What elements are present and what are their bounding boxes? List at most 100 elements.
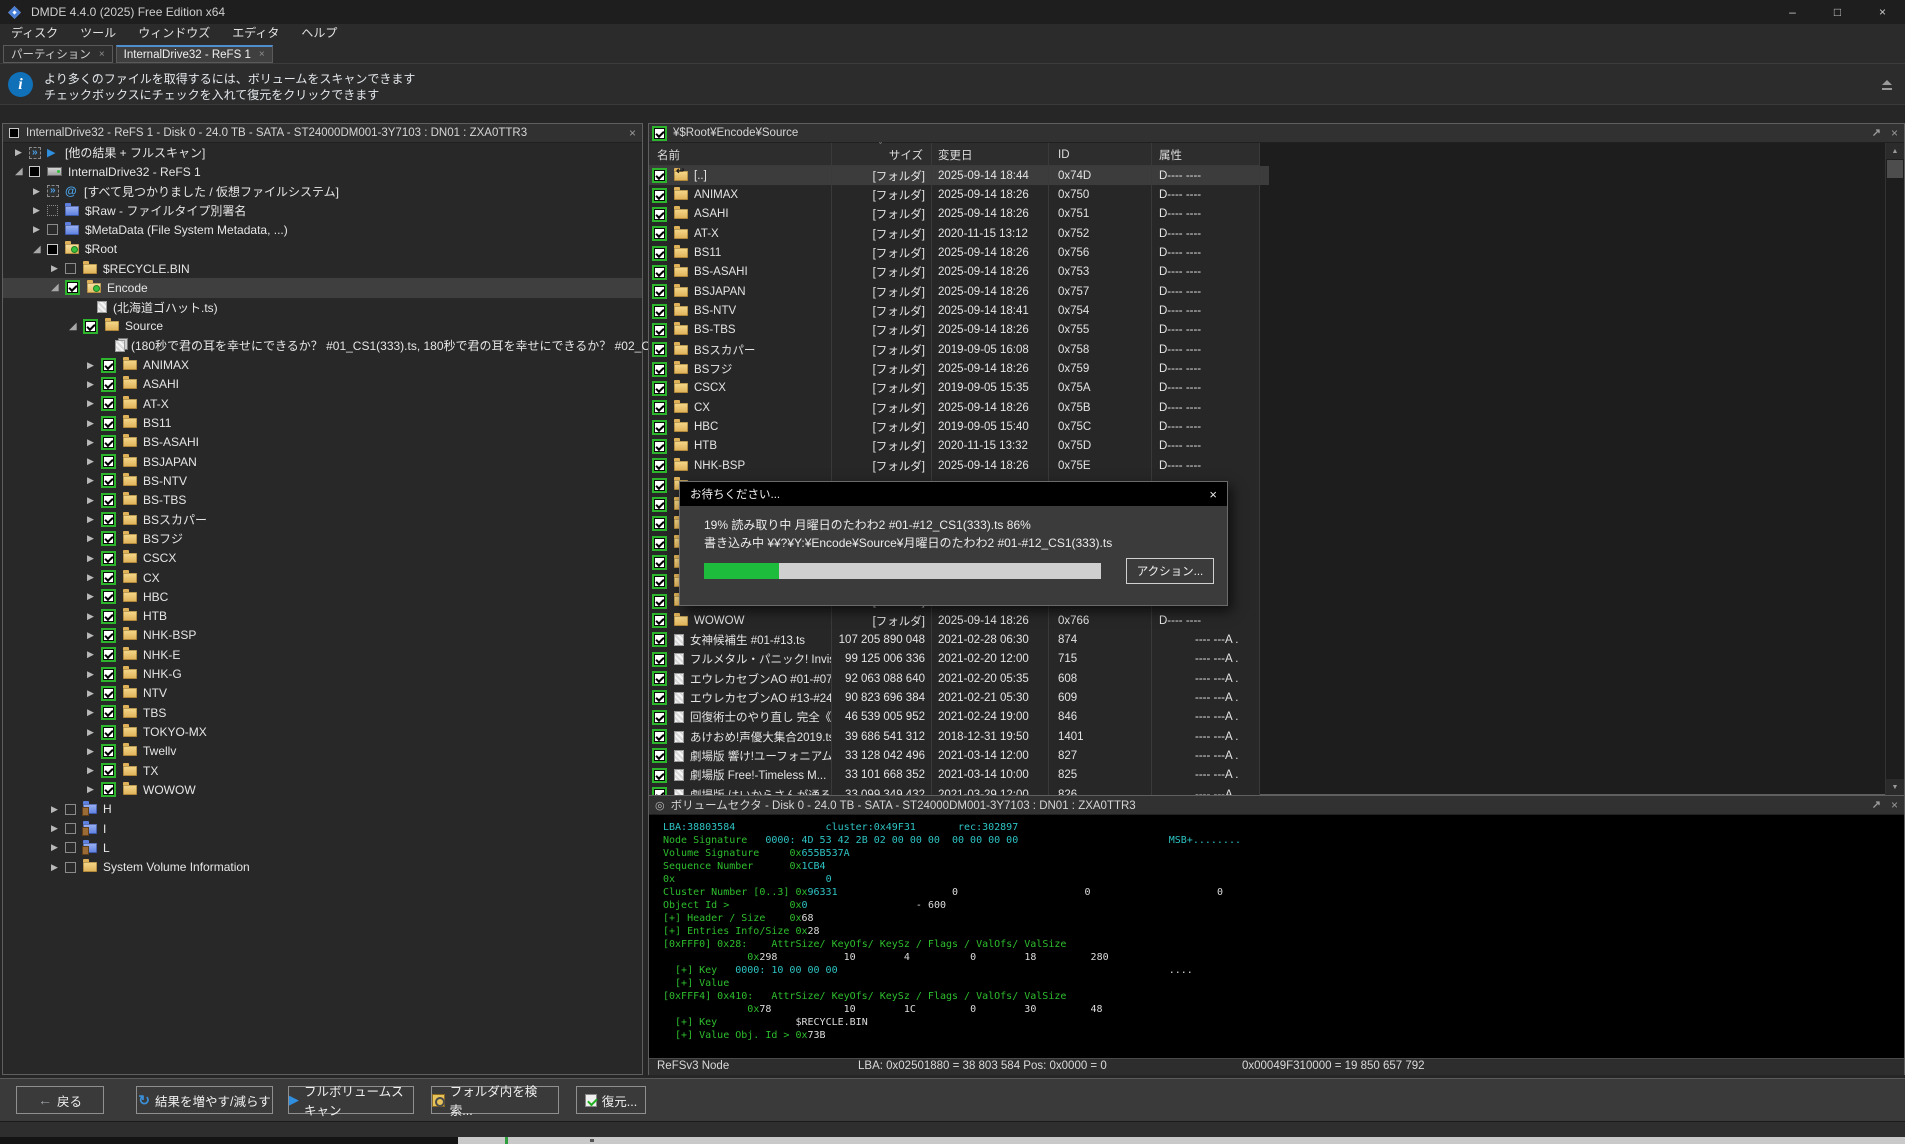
- collapse-arrow-icon[interactable]: ◢: [51, 282, 65, 293]
- tree-item[interactable]: ▶ASAHI: [3, 375, 642, 394]
- tree-item[interactable]: ▶TOKYO-MX: [3, 722, 642, 741]
- tree-item[interactable]: ▶[他の結果 + フルスキャン]: [3, 143, 642, 162]
- file-checkbox[interactable]: [654, 441, 665, 452]
- tree-item[interactable]: ▶BS-NTV: [3, 471, 642, 490]
- collapse-arrow-icon[interactable]: ◢: [69, 321, 83, 332]
- maximize-button[interactable]: □: [1815, 0, 1860, 24]
- expand-arrow-icon[interactable]: ▶: [87, 630, 101, 641]
- tree-item[interactable]: ▶L: [3, 838, 642, 857]
- file-checkbox[interactable]: [654, 538, 665, 549]
- collapse-arrow-icon[interactable]: ◢: [33, 244, 47, 255]
- file-row[interactable]: BS-NTV[フォルダ]2025-09-14 18:410x754D---- -…: [649, 301, 1269, 320]
- file-checkbox[interactable]: [654, 209, 665, 220]
- expand-arrow-icon[interactable]: ▶: [87, 765, 101, 776]
- tree-item[interactable]: ▶System Volume Information: [3, 858, 642, 877]
- dialog-title-bar[interactable]: お待ちください... ×: [680, 482, 1227, 506]
- menu-item-ディスク[interactable]: ディスク: [0, 24, 69, 43]
- expand-arrow-icon[interactable]: ▶: [87, 533, 101, 544]
- menu-item-ツール[interactable]: ツール: [69, 24, 127, 43]
- tab-close-icon[interactable]: ×: [259, 49, 265, 60]
- menu-item-ウィンドウズ[interactable]: ウィンドウズ: [127, 24, 221, 43]
- panel-close-icon[interactable]: ×: [1891, 126, 1898, 140]
- file-checkbox[interactable]: [654, 634, 665, 645]
- panel-expand-icon[interactable]: ↗: [1872, 126, 1881, 140]
- tree-item[interactable]: ▶$Raw - ファイルタイプ別署名: [3, 201, 642, 220]
- file-checkbox[interactable]: [654, 383, 665, 394]
- file-checkbox[interactable]: [654, 712, 665, 723]
- file-checkbox[interactable]: [654, 228, 665, 239]
- expand-arrow-icon[interactable]: ▶: [87, 707, 101, 718]
- tree-checkbox[interactable]: [103, 572, 114, 583]
- expand-arrow-icon[interactable]: ▶: [87, 475, 101, 486]
- file-checkbox[interactable]: [654, 364, 665, 375]
- file-row[interactable]: BSフジ[フォルダ]2025-09-14 18:260x759D---- ---…: [649, 359, 1269, 378]
- tree-checkbox[interactable]: [103, 514, 114, 525]
- column-header-変更日[interactable]: 変更日: [931, 143, 1048, 166]
- file-row[interactable]: ASAHI[フォルダ]2025-09-14 18:260x751D---- --…: [649, 205, 1269, 224]
- file-checkbox[interactable]: [654, 306, 665, 317]
- file-checkbox[interactable]: [654, 190, 665, 201]
- column-header-属性[interactable]: 属性: [1151, 143, 1259, 166]
- column-divider[interactable]: [1259, 143, 1260, 795]
- file-checkbox[interactable]: [654, 596, 665, 607]
- file-row[interactable]: WOWOW[フォルダ]2025-09-14 18:260x766D---- --…: [649, 611, 1269, 630]
- file-row[interactable]: BS-ASAHI[フォルダ]2025-09-14 18:260x753D----…: [649, 263, 1269, 282]
- file-checkbox[interactable]: [654, 325, 665, 336]
- tree-checkbox[interactable]: [103, 495, 114, 506]
- panel-close-icon[interactable]: ×: [629, 126, 636, 140]
- path-checkbox[interactable]: [654, 128, 665, 139]
- tree-checkbox[interactable]: [103, 437, 114, 448]
- tree-item[interactable]: ▶BSJAPAN: [3, 452, 642, 471]
- expand-arrow-icon[interactable]: ▶: [87, 437, 101, 448]
- column-divider[interactable]: [1048, 143, 1049, 795]
- file-row[interactable]: NHK-BSP[フォルダ]2025-09-14 18:260x75ED---- …: [649, 456, 1269, 475]
- tree-checkbox[interactable]: [67, 282, 78, 293]
- column-header-ID[interactable]: ID: [1048, 143, 1151, 166]
- tab-InternalDrive32 - ReFS 1[interactable]: InternalDrive32 - ReFS 1×: [116, 45, 273, 63]
- tree-item[interactable]: ▶[すべて見つかりました / 仮想ファイルシステム]: [3, 182, 642, 201]
- panel-expand-icon[interactable]: ↗: [1872, 798, 1881, 812]
- tree-item[interactable]: ▶NHK-BSP: [3, 626, 642, 645]
- file-checkbox[interactable]: [654, 770, 665, 781]
- file-row[interactable]: BS11[フォルダ]2025-09-14 18:260x756D---- ---…: [649, 243, 1269, 262]
- tree-item[interactable]: ▶CSCX: [3, 549, 642, 568]
- tree-item[interactable]: (180秒で君の耳を幸せにできるか？ #01_CS1(333).ts, 180秒…: [3, 336, 642, 355]
- file-checkbox[interactable]: [654, 654, 665, 665]
- tree-checkbox[interactable]: [103, 553, 114, 564]
- tree-checkbox[interactable]: [103, 475, 114, 486]
- collapse-arrow-icon[interactable]: ◢: [15, 166, 29, 177]
- scrollbar-thumb[interactable]: [1887, 160, 1903, 178]
- tree-item[interactable]: ◢Source: [3, 317, 642, 336]
- tree-item[interactable]: ▶$MetaData (File System Metadata, ...): [3, 220, 642, 239]
- file-row[interactable]: [..][フォルダ]2025-09-14 18:440x74DD---- ---…: [649, 166, 1269, 185]
- tree-checkbox[interactable]: [65, 263, 76, 274]
- expand-arrow-icon[interactable]: ▶: [87, 591, 101, 602]
- file-checkbox[interactable]: [654, 460, 665, 471]
- file-checkbox[interactable]: [654, 518, 665, 529]
- tree-checkbox[interactable]: [103, 669, 114, 680]
- フォルダ内を検索...-button[interactable]: フォルダ内を検索...: [431, 1086, 559, 1114]
- expand-arrow-icon[interactable]: ▶: [87, 784, 101, 795]
- expand-arrow-icon[interactable]: ▶: [87, 553, 101, 564]
- expand-arrow-icon[interactable]: ▶: [33, 205, 47, 216]
- tree-item[interactable]: ▶$RECYCLE.BIN: [3, 259, 642, 278]
- tree-item[interactable]: ▶AT-X: [3, 394, 642, 413]
- scroll-up-icon[interactable]: ▲: [1886, 143, 1904, 159]
- expand-arrow-icon[interactable]: ▶: [87, 514, 101, 525]
- tree-checkbox[interactable]: [103, 784, 114, 795]
- tab-close-icon[interactable]: ×: [99, 49, 105, 60]
- tree-checkbox[interactable]: [103, 765, 114, 776]
- tree-checkbox[interactable]: [103, 707, 114, 718]
- tree-item[interactable]: ◢Encode: [3, 278, 642, 297]
- file-row[interactable]: 回復術士のやり直し 完全《...46 539 005 9522021-02-24…: [649, 708, 1269, 727]
- tree-item[interactable]: ▶TBS: [3, 703, 642, 722]
- column-header-名前[interactable]: 名前: [649, 143, 831, 166]
- column-divider[interactable]: [1151, 143, 1152, 795]
- expand-arrow-icon[interactable]: ▶: [33, 186, 47, 197]
- column-divider[interactable]: [831, 143, 832, 795]
- vertical-scrollbar[interactable]: ▲ ▼: [1885, 143, 1903, 795]
- expand-arrow-icon[interactable]: ▶: [51, 804, 65, 815]
- tree-checkbox[interactable]: [85, 321, 96, 332]
- file-checkbox[interactable]: [654, 576, 665, 587]
- file-row[interactable]: HBC[フォルダ]2019-09-05 15:400x75CD---- ----: [649, 417, 1269, 436]
